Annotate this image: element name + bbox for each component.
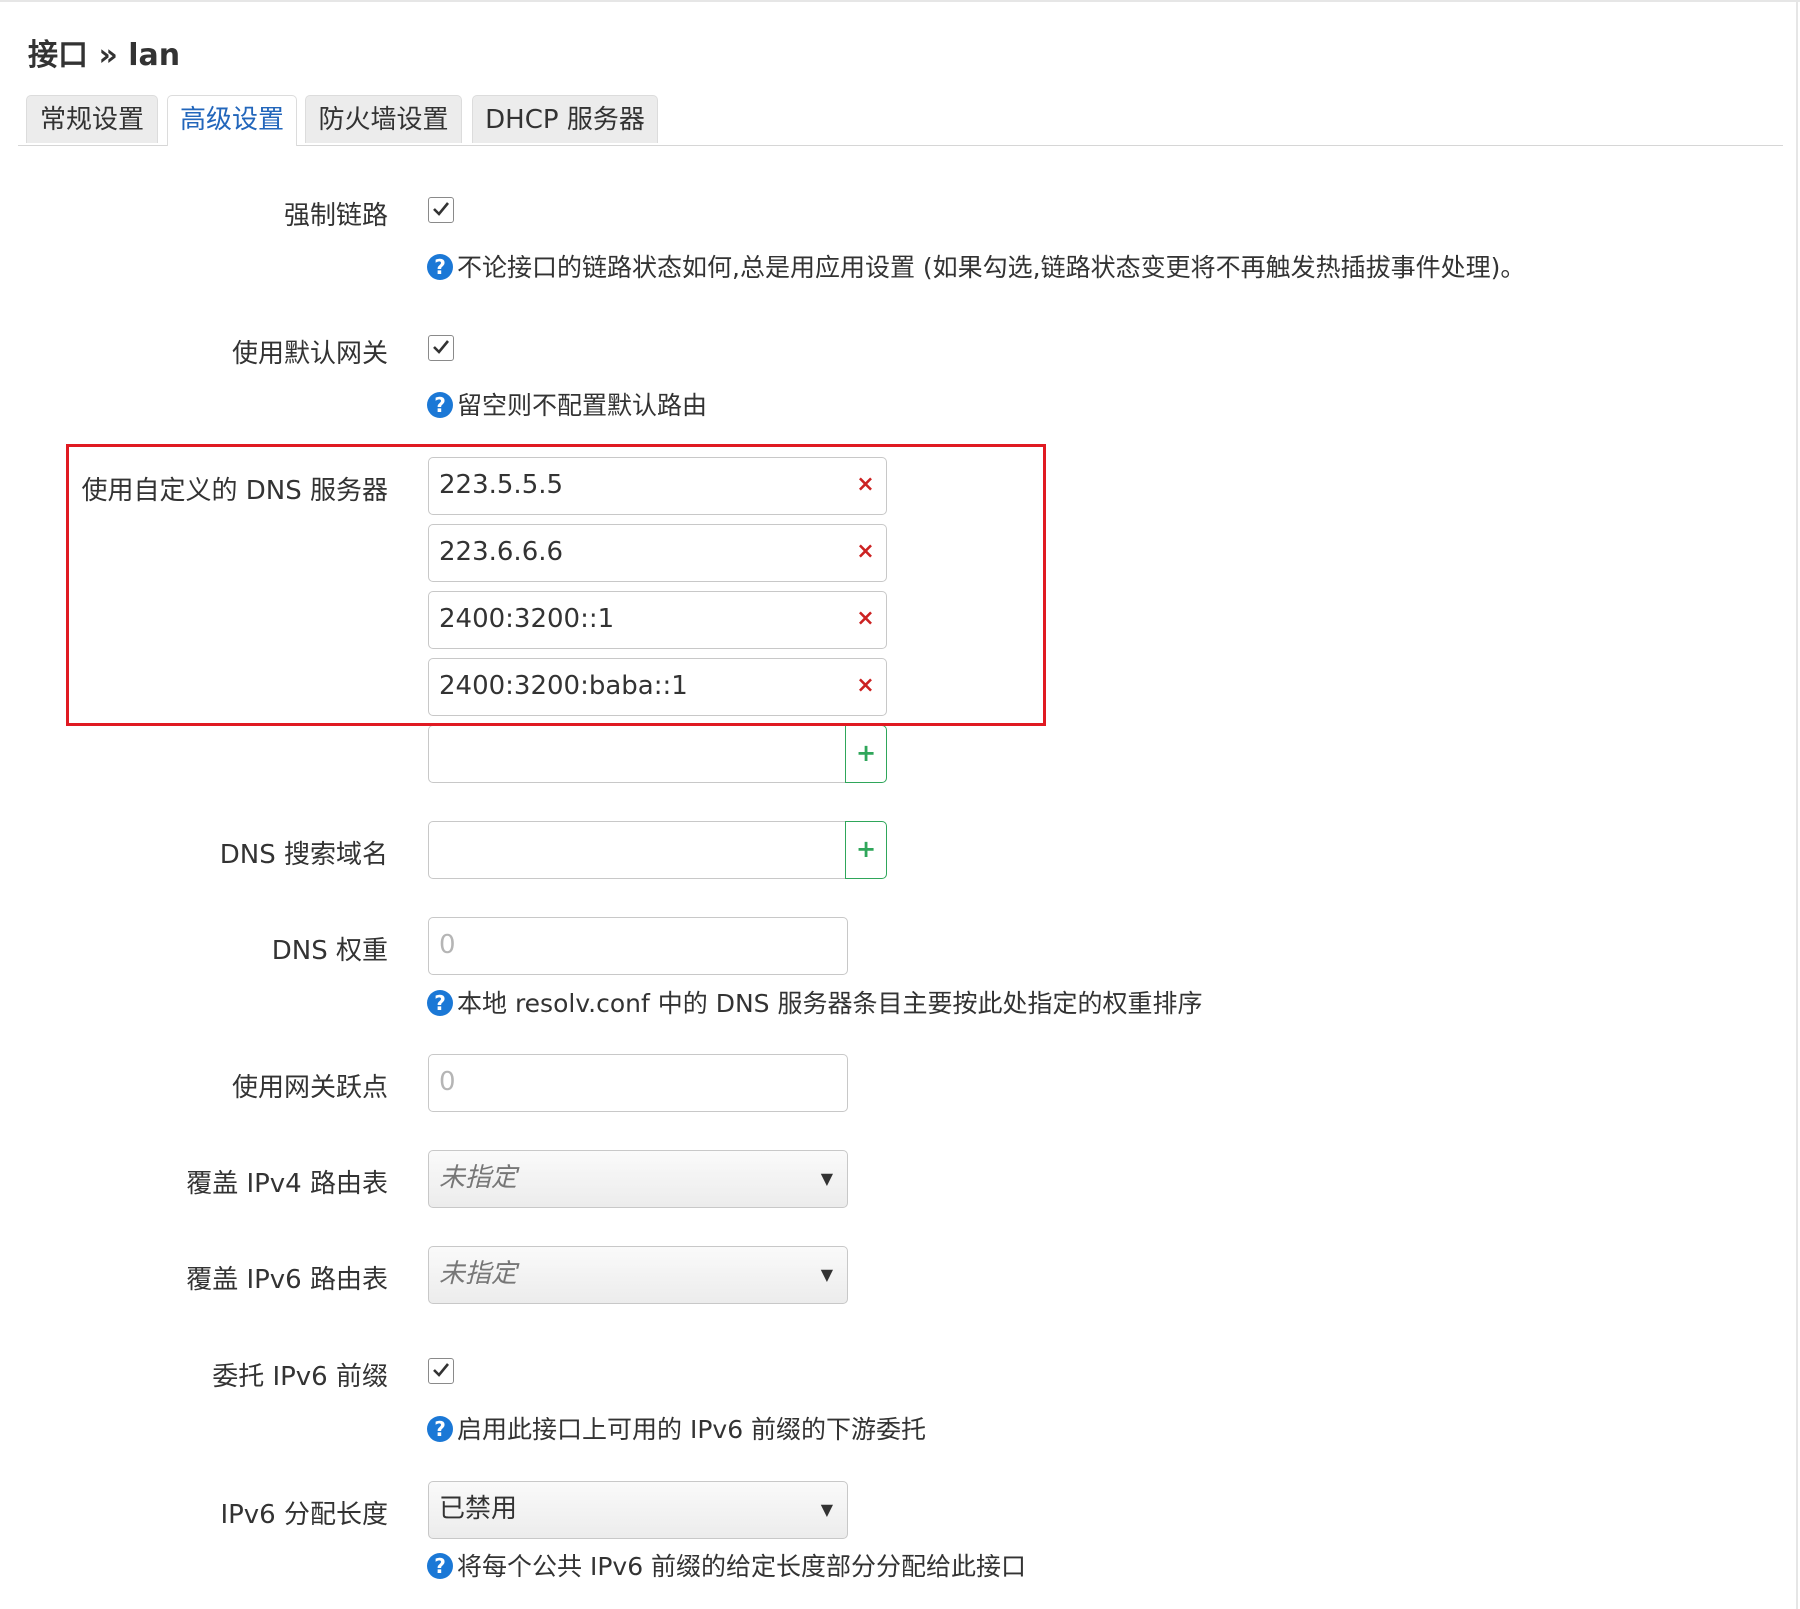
default-gateway-checkbox[interactable] <box>428 335 454 361</box>
dns-weight-label: DNS 权重 <box>271 936 388 966</box>
ipv4-table-select[interactable]: 未指定 ▼ <box>428 1150 848 1208</box>
caret-down-icon: ▼ <box>820 1500 833 1519</box>
question-circle-icon: ? <box>427 392 453 418</box>
force-link-help-text: 不论接口的链路状态如何,总是用应用设置 (如果勾选,链路状态变更将不再触发热插拔… <box>457 253 1526 282</box>
checkmark-icon <box>433 202 450 216</box>
force-link-help: ? 不论接口的链路状态如何,总是用应用设置 (如果勾选,链路状态变更将不再触发热插… <box>427 248 1525 284</box>
ip6assign-help: ? 将每个公共 IPv6 前缀的给定长度部分分配给此接口 <box>427 1547 1026 1583</box>
add-plus-icon: + <box>855 739 877 767</box>
tab-firewall[interactable]: 防火墙设置 <box>305 95 462 143</box>
ipv6-table-label: 覆盖 IPv6 路由表 <box>186 1265 388 1295</box>
gateway-metric-label: 使用网关跃点 <box>231 1073 388 1103</box>
question-circle-icon: ? <box>427 990 453 1016</box>
delegate-help: ? 启用此接口上可用的 IPv6 前缀的下游委托 <box>427 1410 926 1446</box>
question-circle-icon: ? <box>427 254 453 280</box>
add-plus-icon: + <box>855 835 877 863</box>
force-link-checkbox[interactable] <box>428 197 454 223</box>
ip6assign-value: 已禁用 <box>439 1494 518 1524</box>
add-dns-search-button[interactable]: + <box>845 821 887 879</box>
ipv4-table-label: 覆盖 IPv4 路由表 <box>186 1169 388 1199</box>
page-title: 接口 » lan <box>28 38 181 73</box>
ipv6-table-value: 未指定 <box>439 1259 518 1289</box>
delegate-checkbox[interactable] <box>428 1358 454 1384</box>
annotation-highlight-box <box>66 444 1046 726</box>
delegate-label: 委托 IPv6 前缀 <box>212 1362 388 1392</box>
tab-advanced[interactable]: 高级设置 <box>167 95 297 146</box>
force-link-label: 强制链路 <box>283 201 388 231</box>
dns-weight-input[interactable]: 0 <box>428 917 848 975</box>
default-gateway-label: 使用默认网关 <box>231 339 388 369</box>
dns-weight-help: ? 本地 resolv.conf 中的 DNS 服务器条目主要按此处指定的权重排序 <box>427 984 1202 1020</box>
question-circle-icon: ? <box>427 1416 453 1442</box>
checkmark-icon <box>433 340 450 354</box>
dns-weight-help-text: 本地 resolv.conf 中的 DNS 服务器条目主要按此处指定的权重排序 <box>457 989 1203 1018</box>
add-dns-button[interactable]: + <box>845 725 887 783</box>
ip6assign-help-text: 将每个公共 IPv6 前缀的给定长度部分分配给此接口 <box>457 1552 1027 1581</box>
tab-general[interactable]: 常规设置 <box>26 95 158 143</box>
dns-search-input[interactable] <box>428 821 846 879</box>
gateway-metric-input[interactable]: 0 <box>428 1054 848 1112</box>
question-circle-icon: ? <box>427 1553 453 1579</box>
delegate-help-text: 启用此接口上可用的 IPv6 前缀的下游委托 <box>457 1415 927 1444</box>
checkmark-icon <box>433 1363 450 1377</box>
ip6assign-label: IPv6 分配长度 <box>220 1500 388 1530</box>
dns-search-label: DNS 搜索域名 <box>219 840 388 870</box>
dns-weight-placeholder: 0 <box>439 930 456 960</box>
gateway-metric-placeholder: 0 <box>439 1067 456 1097</box>
new-dns-server-input[interactable] <box>428 725 846 783</box>
tab-bar: 常规设置 高级设置 防火墙设置 DHCP 服务器 <box>18 93 1783 146</box>
default-gateway-help-text: 留空则不配置默认路由 <box>457 391 708 420</box>
ipv6-table-select[interactable]: 未指定 ▼ <box>428 1246 848 1304</box>
caret-down-icon: ▼ <box>820 1169 833 1188</box>
window-top-border <box>0 0 1800 2</box>
window-right-border <box>1796 0 1798 1609</box>
ipv4-table-value: 未指定 <box>439 1163 518 1193</box>
ip6assign-select[interactable]: 已禁用 ▼ <box>428 1481 848 1539</box>
default-gateway-help: ? 留空则不配置默认路由 <box>427 386 707 422</box>
caret-down-icon: ▼ <box>820 1265 833 1284</box>
tab-dhcp-server[interactable]: DHCP 服务器 <box>472 95 658 143</box>
